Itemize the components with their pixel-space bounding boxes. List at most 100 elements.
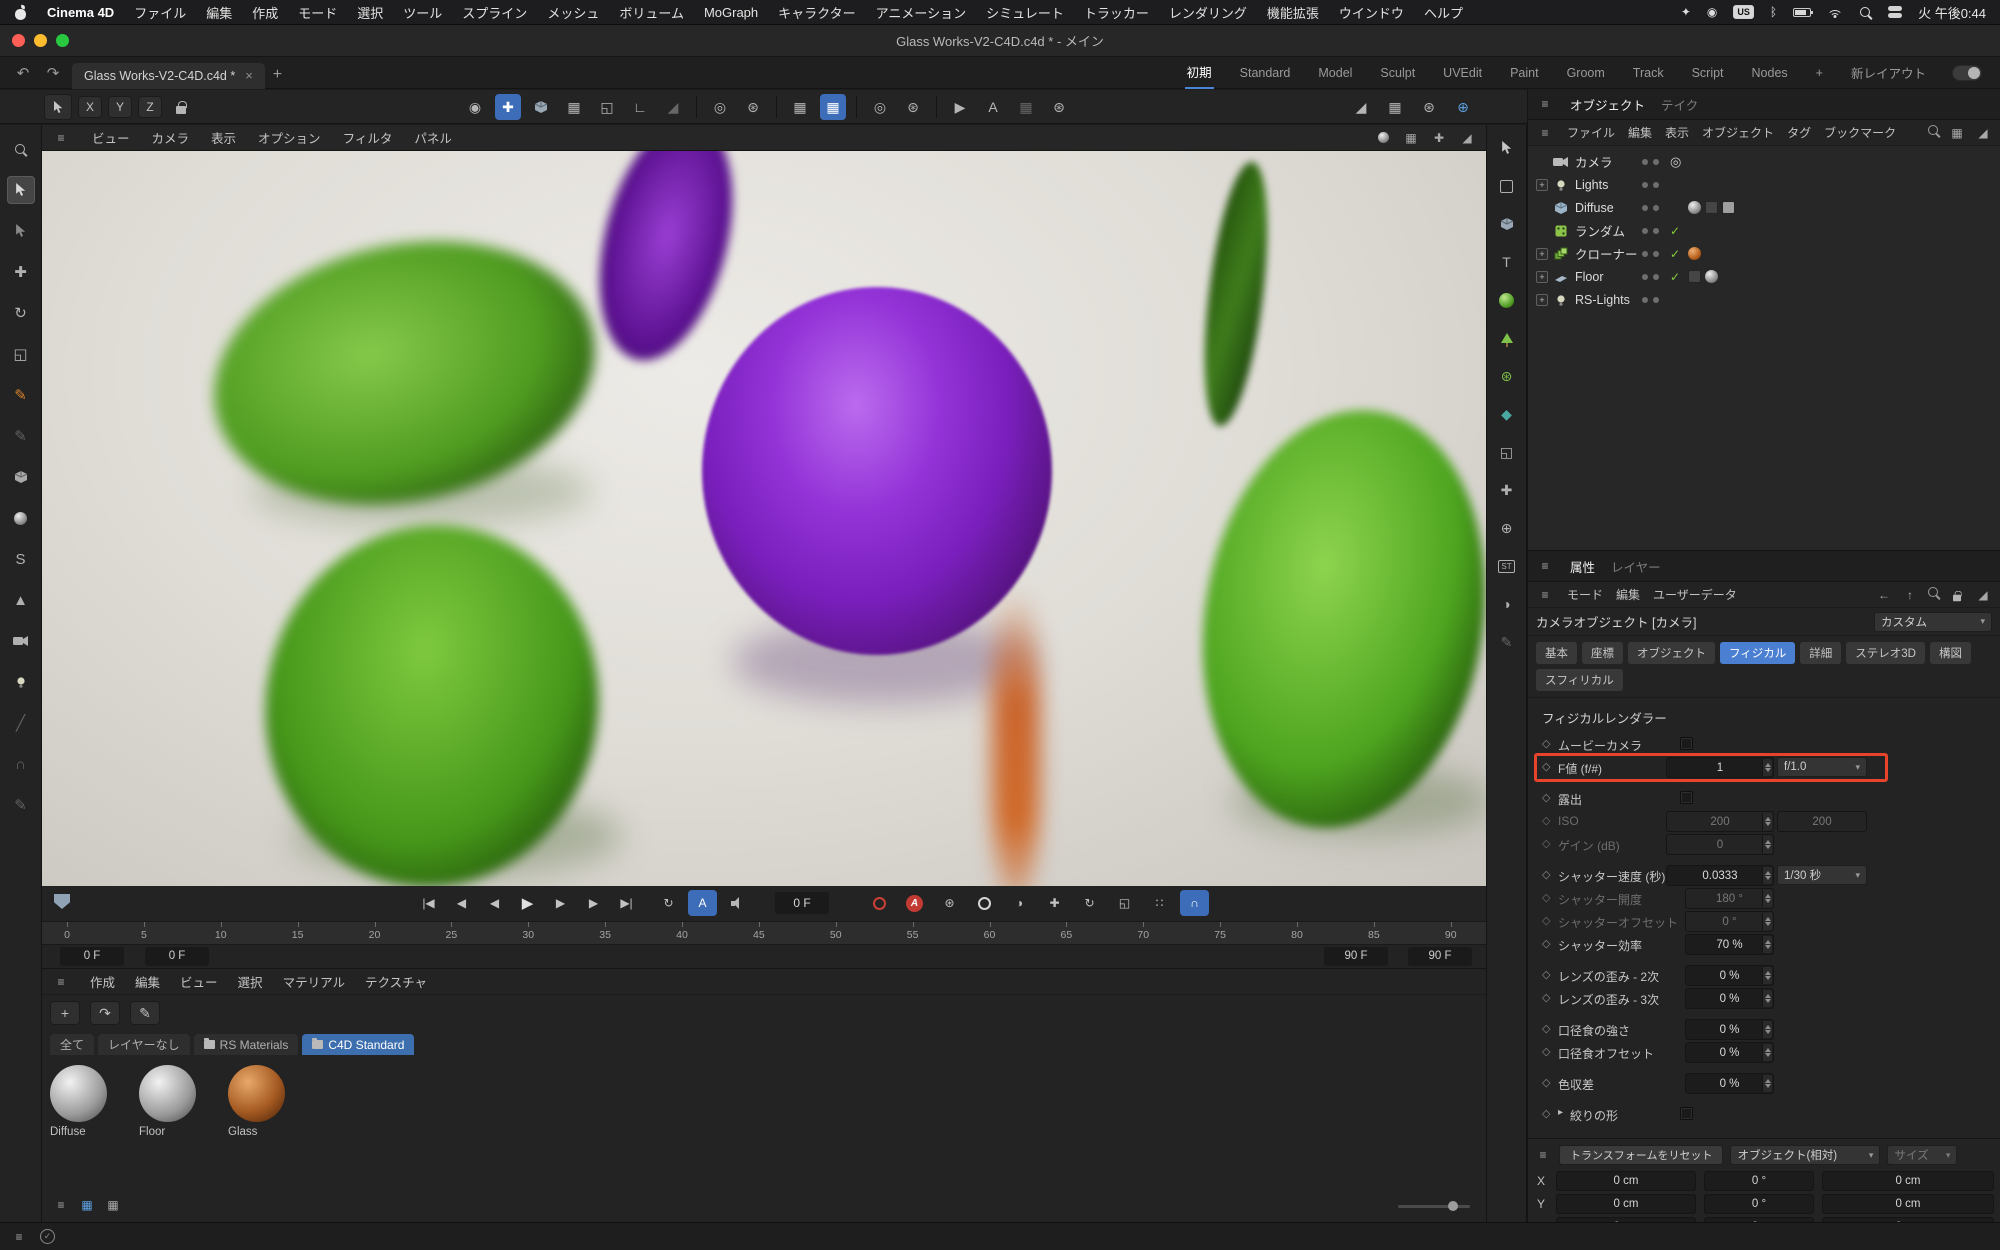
next-frame-button[interactable]: ▶ [546,890,575,916]
document-tab[interactable]: Glass Works-V2-C4D.c4d * × [72,63,265,89]
keyframe-diamond-icon[interactable]: ◇ [1542,891,1550,904]
om-menu-file[interactable]: ファイル [1567,124,1615,141]
fstop-preset-dropdown[interactable]: f/1.0▾ [1777,757,1867,777]
om-menu-view[interactable]: 表示 [1665,124,1689,141]
object-name[interactable]: Diffuse [1575,201,1614,215]
object-row-cloner[interactable]: + クローナー ✓ [1528,242,2000,265]
pen-tool-icon[interactable]: ✎ [7,381,35,409]
snap-settings-button[interactable]: ⊛ [900,94,926,120]
section-tab-physical[interactable]: フィジカル [1720,642,1795,664]
magnet-tool-icon[interactable]: ∩ [7,750,35,778]
sound-toggle-button[interactable] [722,890,751,916]
viewport-menu-icon[interactable]: ≡ [52,129,70,147]
layout-tab-track[interactable]: Track [1631,60,1666,86]
viewport-menu-filter[interactable]: フィルタ [343,128,393,147]
render-picture-viewer-button[interactable]: A [980,94,1006,120]
section-tab-basic[interactable]: 基本 [1536,642,1577,664]
wifi-icon[interactable] [1827,7,1843,18]
keyframe-snap-button[interactable]: ∩ [1180,890,1209,916]
render-team-button[interactable]: ▦ [1013,94,1039,120]
loop-playback-button[interactable]: ↻ [654,890,683,916]
close-tab-icon[interactable]: × [245,68,253,83]
sphere-primitive-icon[interactable] [7,504,35,532]
keyframe-diamond-icon[interactable]: ◇ [1542,737,1550,750]
sketch-tool-icon[interactable]: ✎ [7,422,35,450]
bluetooth-icon[interactable]: ᛒ [1770,5,1777,19]
record-scale-button[interactable]: ◱ [1110,890,1139,916]
section-tab-coord[interactable]: 座標 [1582,642,1623,664]
app-menu[interactable]: Cinema 4D [47,5,114,20]
keyframe-diamond-icon[interactable]: ◇ [1542,991,1550,1004]
object-tags[interactable] [1688,247,1701,260]
material-tab-rs[interactable]: RS Materials [194,1034,299,1055]
current-frame-field[interactable]: 0 F [775,892,829,914]
keyframe-diamond-icon[interactable]: ◇ [1542,1076,1550,1089]
am-menu-mode[interactable]: モード [1567,586,1603,603]
simulation-gear-icon[interactable]: ⊛ [1494,363,1520,389]
material-menu-icon[interactable]: ≡ [52,973,70,991]
am-menu-edit[interactable]: 編集 [1616,586,1640,603]
stage-icon[interactable]: ST [1494,553,1520,579]
viewport-menu-panel[interactable]: パネル [414,128,452,147]
quantize-button[interactable]: ◎ [867,94,893,120]
menu-edit[interactable]: 編集 [206,3,232,22]
expander-icon[interactable]: + [1536,179,1548,191]
lock-icon[interactable] [1948,586,1966,604]
menu-render[interactable]: レンダリング [1169,3,1247,22]
twirl-icon[interactable]: ▸ [1558,1107,1563,1118]
keyframe-diamond-icon[interactable]: ◇ [1542,937,1550,950]
material-tab-c4d-standard[interactable]: C4D Standard [302,1034,414,1055]
section-tab-spherical[interactable]: スフィリカル [1536,669,1623,691]
material-thumbnail[interactable] [228,1065,285,1122]
viewport-menu-display[interactable]: 表示 [211,128,236,147]
zoom-tool-icon[interactable] [7,135,35,163]
object-name[interactable]: RS-Lights [1575,293,1630,307]
keyframe-diamond-icon[interactable]: ◇ [1542,968,1550,981]
menu-select[interactable]: 選択 [357,3,383,22]
keying-settings-button[interactable]: ⊛ [935,890,964,916]
eyedropper-icon[interactable]: ✎ [130,1001,160,1025]
menu-mesh[interactable]: メッシュ [547,3,599,22]
load-material-button[interactable]: ↷ [90,1001,120,1025]
knife-tool-icon[interactable]: ╱ [7,709,35,737]
layout-tab-nodes[interactable]: Nodes [1750,60,1790,86]
coord-size-dropdown[interactable]: サイズ▾ [1887,1145,1957,1165]
model-mode-button[interactable]: ▦ [561,94,587,120]
object-name[interactable]: クローナー [1575,244,1638,263]
make-editable-button[interactable] [528,94,554,120]
material-thumbnail[interactable] [50,1065,107,1122]
keyframe-diamond-icon[interactable]: ◇ [1542,760,1550,773]
material-grid-view-icon[interactable]: ▦ [78,1196,96,1214]
position-x-input[interactable]: 0 cm [1556,1171,1696,1191]
go-to-end-button[interactable]: ▶| [612,890,641,916]
layout-tab-groom[interactable]: Groom [1565,60,1607,86]
text-tool-icon[interactable]: T [1494,249,1520,275]
viewport-menu-options[interactable]: オプション [258,128,321,147]
dial-icon[interactable]: ◑ [1494,591,1520,617]
object-tags[interactable] [1688,270,1718,283]
rotation-y-input[interactable]: 0 ° [1704,1194,1814,1214]
visibility-dots[interactable] [1642,182,1659,188]
keyframe-selection-button[interactable] [970,890,999,916]
battery-icon[interactable] [1793,8,1811,17]
menu-mograph[interactable]: MoGraph [704,5,758,20]
axis-arrows-icon[interactable]: ✚ [1494,477,1520,503]
snap-toggle-button[interactable]: ▦ [820,94,846,120]
section-tab-composition[interactable]: 構図 [1930,642,1971,664]
tab-takes[interactable]: テイク [1661,95,1698,114]
om-menu-edit[interactable]: 編集 [1628,124,1652,141]
spotlight-icon[interactable] [1859,6,1872,19]
menu-window[interactable]: ウインドウ [1339,3,1404,22]
render-region-button[interactable]: ◢ [1348,94,1374,120]
position-y-input[interactable]: 0 cm [1556,1194,1696,1214]
gain-input[interactable]: 0 [1666,834,1774,855]
keyframe-diamond-icon[interactable]: ◇ [1542,791,1550,804]
viewport-shading-icon[interactable] [1374,129,1392,147]
enabled-check-icon[interactable]: ✓ [1670,270,1680,284]
section-tab-object[interactable]: オブジェクト [1628,642,1715,664]
axis-z-button[interactable]: Z [138,96,162,118]
section-tab-details[interactable]: 詳細 [1800,642,1841,664]
range-end-field-2[interactable]: 90 F [1408,947,1472,966]
texture-mode-button[interactable]: ◱ [594,94,620,120]
material-menu-create[interactable]: 作成 [90,972,115,991]
